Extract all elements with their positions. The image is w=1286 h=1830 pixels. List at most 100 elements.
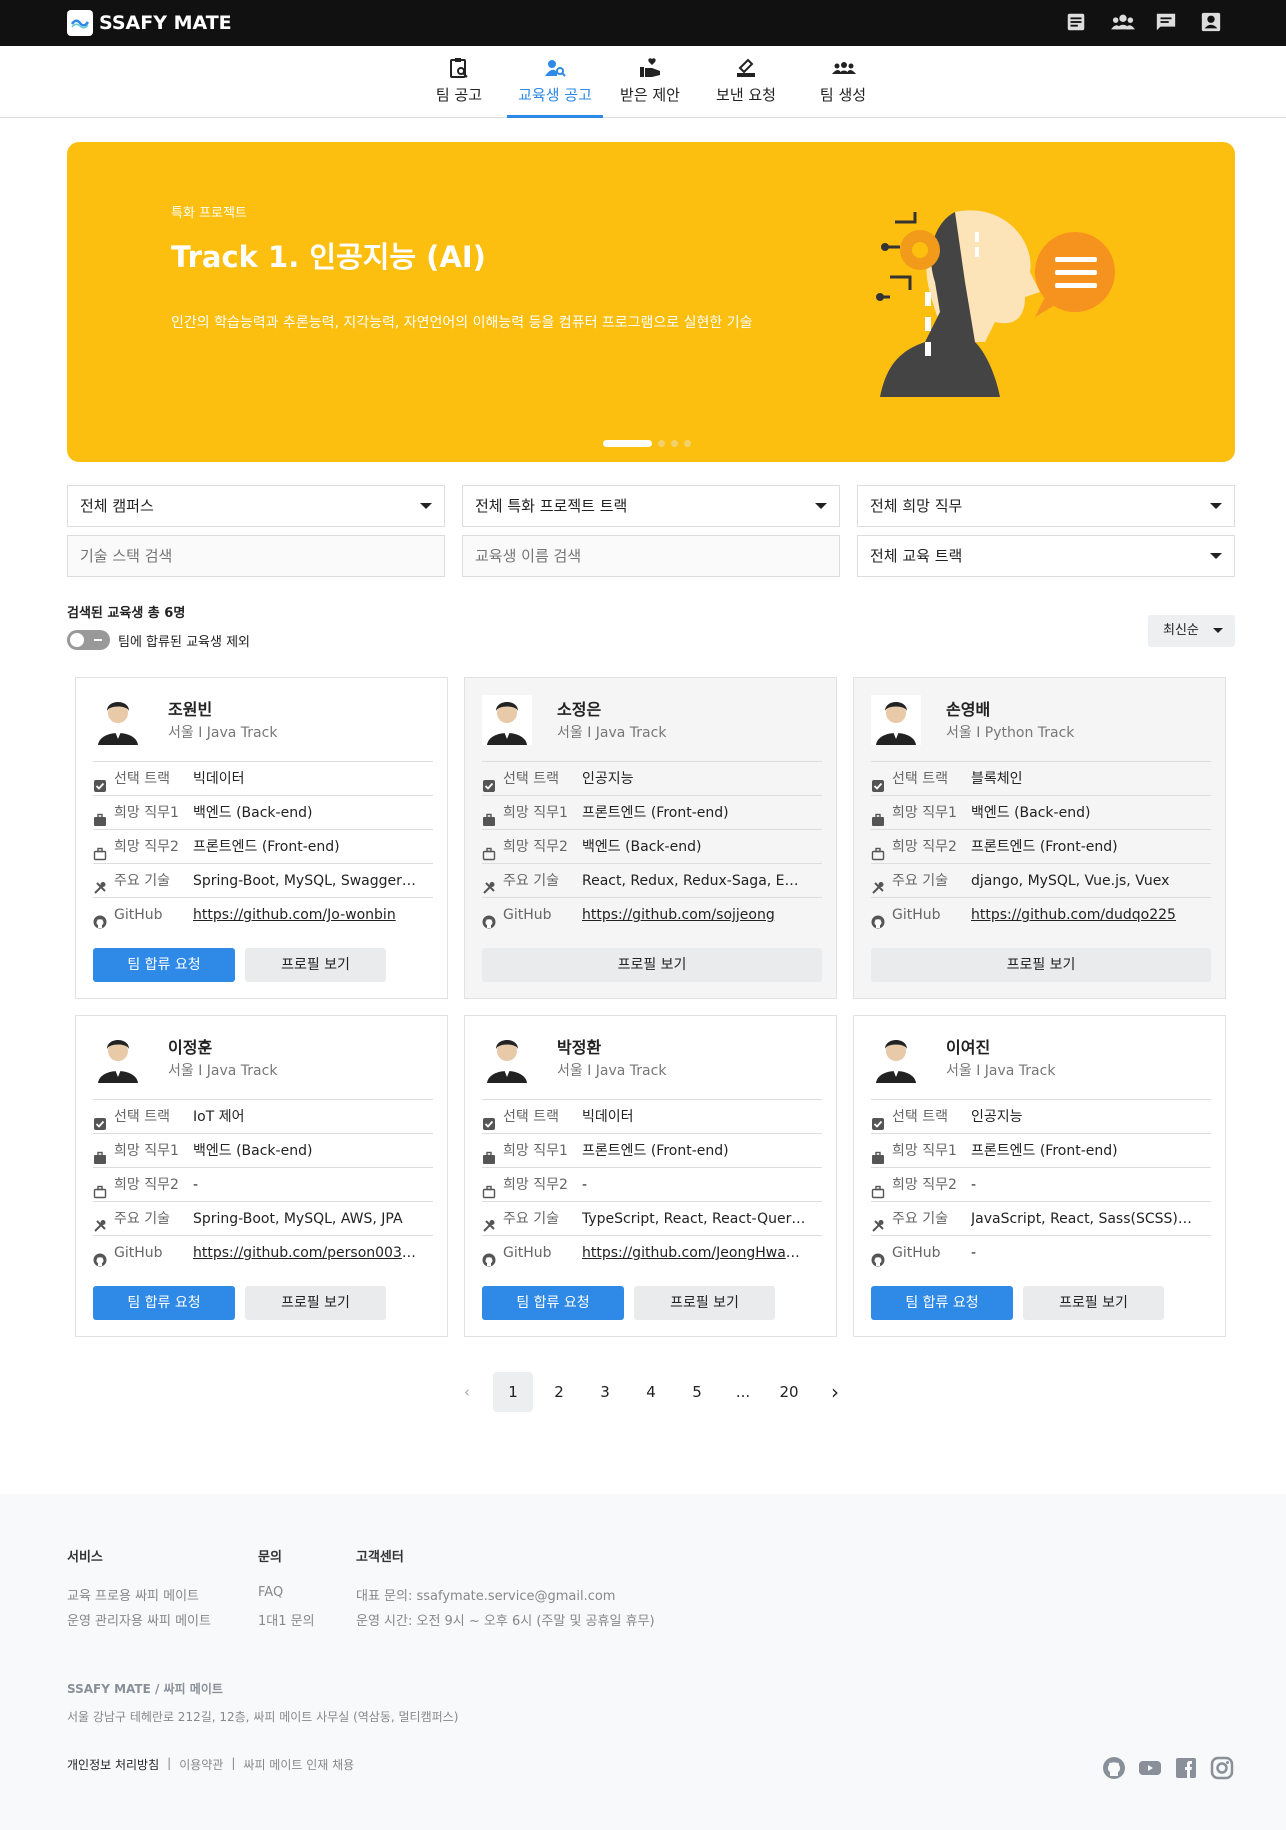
- student-name: 손영배: [946, 700, 991, 719]
- info-row-job1: 희망 직무1 프론트엔드 (Front-end): [482, 1133, 822, 1167]
- info-row-github: GitHub https://github.com/sojjeong: [482, 897, 822, 931]
- avatar: [93, 695, 143, 745]
- footer-link[interactable]: 교육 프로용 싸피 메이트: [67, 1585, 199, 1604]
- project-track-select[interactable]: 전체 특화 프로젝트 트랙: [462, 485, 840, 527]
- join-request-button[interactable]: 팀 합류 요청: [93, 948, 235, 982]
- tab-team-create[interactable]: 팀 생성: [808, 46, 878, 118]
- student-card[interactable]: 조원빈 서울 I Java Track 선택 트랙 빅데이터 희망 직무1 백엔드 (Ba…: [75, 677, 448, 999]
- board-icon[interactable]: [1065, 11, 1089, 35]
- tab-team-posts[interactable]: 팀 공고: [424, 46, 494, 118]
- student-campus-track: 서울 I Java Track: [168, 725, 278, 741]
- info-label: 희망 직무2: [114, 839, 179, 855]
- student-card[interactable]: 이여진 서울 I Java Track 선택 트랙 인공지능 희망 직무1 프론트엔드 (…: [853, 1015, 1226, 1337]
- group-icon: [831, 56, 856, 80]
- footer-qna-link[interactable]: 1대1 문의: [258, 1610, 315, 1629]
- page-20[interactable]: 20: [769, 1372, 809, 1412]
- footer-faq-link[interactable]: FAQ: [258, 1585, 283, 1600]
- page-2[interactable]: 2: [539, 1372, 579, 1412]
- student-card[interactable]: 박정환 서울 I Java Track 선택 트랙 빅데이터 희망 직무1 프론트엔드 (…: [464, 1015, 837, 1337]
- student-name: 이여진: [946, 1038, 991, 1057]
- view-profile-button[interactable]: 프로필 보기: [245, 948, 386, 982]
- privacy-policy-link[interactable]: 개인정보 처리방침: [67, 1756, 159, 1773]
- logo[interactable]: SSAFY MATE: [67, 10, 232, 36]
- chat-icon[interactable]: [1155, 11, 1179, 35]
- team-icon[interactable]: [1110, 11, 1135, 35]
- checkbox-icon: [93, 1110, 107, 1130]
- info-row-skills: 주요 기술 JavaScript, React, Sass(SCSS), w...: [871, 1201, 1211, 1235]
- github-link[interactable]: https://github.com/dudqo225: [971, 898, 1196, 932]
- view-profile-button[interactable]: 프로필 보기: [871, 948, 1211, 982]
- github-link[interactable]: https://github.com/sojjeong: [582, 898, 807, 932]
- info-label: 선택 트랙: [892, 1109, 948, 1125]
- student-campus-track: 서울 I Java Track: [557, 1063, 667, 1079]
- avatar: [93, 1033, 143, 1083]
- name-search-input[interactable]: [462, 535, 840, 577]
- banner-description: 인간의 학습능력과 추론능력, 지각능력, 자연언어의 이해능력 등을 컴퓨터 …: [171, 315, 753, 331]
- banner-kicker: 특화 프로젝트: [171, 206, 247, 221]
- briefcase-icon: [871, 806, 885, 826]
- facebook-icon[interactable]: [1174, 1756, 1198, 1780]
- info-row-job2: 희망 직무2-: [871, 1167, 1211, 1201]
- tab-sent-requests[interactable]: 보낸 요청: [711, 46, 781, 118]
- profile-icon[interactable]: [1200, 11, 1224, 35]
- terms-link[interactable]: 이용약관: [179, 1756, 223, 1773]
- student-card[interactable]: 손영배 서울 I Python Track 선택 트랙 블록체인 희망 직무1 백엔드 (…: [853, 677, 1226, 999]
- page-5[interactable]: 5: [677, 1372, 717, 1412]
- info-value: 인공지능: [582, 771, 634, 787]
- page-1[interactable]: 1: [493, 1372, 533, 1412]
- info-label: 주요 기술: [503, 873, 559, 889]
- page-3[interactable]: 3: [585, 1372, 625, 1412]
- ai-head-illustration: [875, 202, 1175, 406]
- student-card[interactable]: 이정훈 서울 I Java Track 선택 트랙 IoT 제어 희망 직무1 백엔드 (…: [75, 1015, 448, 1337]
- join-request-button[interactable]: 팀 합류 요청: [482, 1286, 624, 1320]
- info-value: -: [582, 1177, 588, 1193]
- info-row-track: 선택 트랙 인공지능: [871, 1099, 1211, 1133]
- info-value: 프론트엔드 (Front-end): [971, 839, 1118, 855]
- github-link[interactable]: https://github.com/Jo-wonbin: [193, 898, 418, 932]
- github-link[interactable]: https://github.com/JeongHwan...: [582, 1236, 807, 1270]
- student-campus-track: 서울 I Java Track: [557, 725, 667, 741]
- view-profile-button[interactable]: 프로필 보기: [245, 1286, 386, 1320]
- info-row-job1: 희망 직무1 백엔드 (Back-end): [93, 795, 433, 829]
- next-page-button[interactable]: ›: [815, 1372, 855, 1412]
- info-value: 인공지능: [971, 1109, 1023, 1125]
- page-4[interactable]: 4: [631, 1372, 671, 1412]
- tab-student-posts[interactable]: 교육생 공고: [507, 46, 603, 118]
- track-banner[interactable]: 특화 프로젝트 Track 1. 인공지능 (AI) 인간의 학습능력과 추론능…: [67, 142, 1235, 462]
- instagram-icon[interactable]: [1210, 1756, 1234, 1780]
- briefcase-outline-icon: [871, 1178, 885, 1199]
- sort-select[interactable]: 최신순: [1148, 615, 1235, 647]
- student-campus-track: 서울 I Java Track: [946, 1063, 1056, 1079]
- briefcase-outline-icon: [482, 1178, 496, 1199]
- view-profile-button[interactable]: 프로필 보기: [1023, 1286, 1164, 1320]
- campus-select[interactable]: 전체 캠퍼스: [67, 485, 445, 527]
- carousel-dot-2[interactable]: [658, 440, 665, 447]
- footer-service-title: 서비스: [67, 1550, 103, 1565]
- tab-received-offers[interactable]: 받은 제안: [615, 46, 685, 118]
- info-label: 주요 기술: [503, 1211, 559, 1227]
- job-select[interactable]: 전체 희망 직무: [857, 485, 1235, 527]
- stack-search-input[interactable]: [67, 535, 445, 577]
- carousel-dot-4[interactable]: [684, 440, 691, 447]
- exclude-joined-toggle[interactable]: [67, 630, 110, 650]
- tools-icon: [482, 874, 496, 894]
- info-label: 희망 직무2: [892, 839, 957, 855]
- footer-link[interactable]: 운영 관리자용 싸피 메이트: [67, 1610, 211, 1629]
- info-value: 빅데이터: [582, 1109, 634, 1125]
- view-profile-button[interactable]: 프로필 보기: [634, 1286, 775, 1320]
- edu-track-select[interactable]: 전체 교육 트랙: [857, 535, 1235, 577]
- info-value: 백엔드 (Back-end): [193, 805, 313, 821]
- carousel-dot-3[interactable]: [671, 440, 678, 447]
- prev-page-button[interactable]: ‹: [447, 1372, 487, 1412]
- github-link[interactable]: https://github.com/person0033...: [193, 1236, 418, 1270]
- view-profile-button[interactable]: 프로필 보기: [482, 948, 822, 982]
- github-icon[interactable]: [1102, 1756, 1126, 1780]
- github-icon: [93, 1246, 107, 1267]
- carousel-dot-1[interactable]: [603, 440, 652, 447]
- join-request-button[interactable]: 팀 합류 요청: [93, 1286, 235, 1320]
- recruit-link[interactable]: 싸피 메이트 인재 채용: [243, 1756, 354, 1773]
- info-value: 프론트엔드 (Front-end): [971, 1143, 1118, 1159]
- youtube-icon[interactable]: [1138, 1756, 1162, 1780]
- student-card[interactable]: 소정은 서울 I Java Track 선택 트랙 인공지능 희망 직무1 프론트엔드 (…: [464, 677, 837, 999]
- join-request-button[interactable]: 팀 합류 요청: [871, 1286, 1013, 1320]
